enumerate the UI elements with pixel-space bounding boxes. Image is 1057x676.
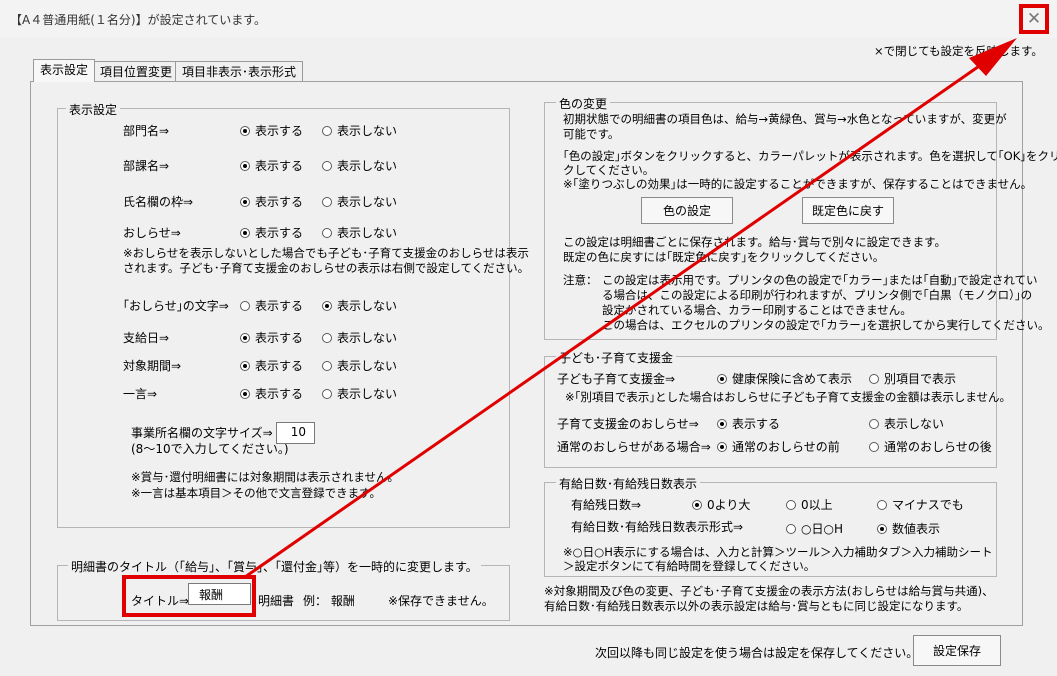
tab-display-settings[interactable]: 表示設定 <box>33 59 96 82</box>
arrow-head <box>969 38 1017 76</box>
arrow-shaft <box>244 60 986 579</box>
annotation-arrow <box>244 38 1017 579</box>
